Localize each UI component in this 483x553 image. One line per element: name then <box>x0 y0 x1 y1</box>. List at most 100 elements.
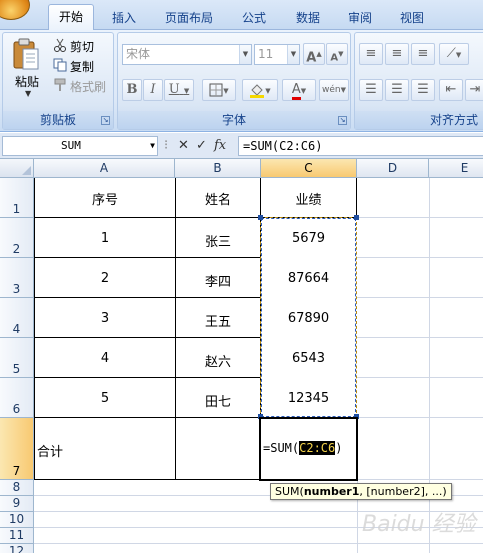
align-top-button[interactable]: ≡ <box>359 43 383 65</box>
table-cell-seq[interactable]: 2 <box>35 271 175 286</box>
italic-button[interactable]: I <box>143 79 163 101</box>
grow-font-button[interactable]: A▲ <box>303 43 325 65</box>
table-cell-seq[interactable]: 1 <box>35 231 175 246</box>
table-cell-name[interactable]: 李四 <box>176 271 260 290</box>
align-bottom-icon: ≡ <box>417 46 429 61</box>
table-cell-seq[interactable]: 4 <box>35 351 175 366</box>
format-painter-button[interactable]: 格式刷 <box>51 77 113 95</box>
tab-review[interactable]: 审阅 <box>340 8 380 30</box>
formula-bar: SUM ▼ ⁝ ✕ ✓ fx =SUM(C2:C6) <box>0 133 483 159</box>
clipboard-launcher-icon[interactable]: ↘ <box>101 116 110 125</box>
phonetic-icon: wén <box>322 85 341 95</box>
row-header-6[interactable]: 6 <box>0 378 34 418</box>
active-cell-c7[interactable]: =SUM(C2:C6) <box>259 417 358 481</box>
table-cell-seq[interactable]: 3 <box>35 311 175 326</box>
tab-view[interactable]: 视图 <box>392 8 432 30</box>
table-cell-name[interactable]: 王五 <box>176 311 260 330</box>
enter-formula-icon[interactable]: ✓ <box>196 136 207 156</box>
borders-button[interactable]: ▼ <box>202 79 236 101</box>
table-cell-name[interactable]: 田七 <box>176 391 260 410</box>
clipboard-group-label: 剪贴板 <box>3 111 113 129</box>
underline-button[interactable]: U ▼ <box>164 79 194 101</box>
row-header-7[interactable]: 7 <box>0 418 34 480</box>
tooltip-current-arg[interactable]: number1 <box>304 485 360 498</box>
phonetic-button[interactable]: wén▼ <box>319 79 349 101</box>
cut-button[interactable]: 剪切 <box>51 37 111 55</box>
shrink-font-button[interactable]: A▼ <box>326 43 348 65</box>
row-header-8[interactable]: 8 <box>0 480 34 496</box>
gridline <box>357 479 483 480</box>
insert-function-icon[interactable]: fx <box>214 136 226 156</box>
paste-icon <box>13 38 39 70</box>
paste-dropdown-icon[interactable]: ▼ <box>25 89 31 98</box>
fill-color-button[interactable]: ▼ <box>242 79 278 101</box>
column-header-e[interactable]: E <box>429 159 483 178</box>
tab-insert[interactable]: 插入 <box>104 8 144 30</box>
format-painter-icon <box>54 78 66 91</box>
edit-suffix: ) <box>335 441 343 455</box>
bold-button[interactable]: B <box>122 79 142 101</box>
name-box-dropdown-icon[interactable]: ▼ <box>150 137 155 155</box>
font-size-value: 11 <box>258 47 274 61</box>
align-center-button[interactable]: ☰ <box>385 79 409 101</box>
font-size-dropdown-icon[interactable]: ▼ <box>287 45 299 64</box>
alignment-group: ≡ ≡ ≡ ⟋▼ ☰ ☰ ☰ ⇤ ⇥ 对齐方式 <box>354 32 483 130</box>
align-left-button[interactable]: ☰ <box>359 79 383 101</box>
table-cell-name[interactable]: 张三 <box>176 231 260 250</box>
tab-home[interactable]: 开始 <box>48 4 94 31</box>
range-handle[interactable] <box>354 215 359 220</box>
font-name-dropdown-icon[interactable]: ▼ <box>239 45 251 64</box>
table-cell-name[interactable]: 赵六 <box>176 351 260 370</box>
fill-color-icon <box>250 83 265 98</box>
copy-button[interactable]: 复制 <box>51 57 111 75</box>
row-header-3[interactable]: 3 <box>0 258 34 298</box>
row-header-12[interactable]: 12 <box>0 544 34 553</box>
total-label-cell[interactable]: 合计 <box>35 441 175 460</box>
header-cell-name[interactable]: 姓名 <box>176 189 260 208</box>
range-handle[interactable] <box>258 215 263 220</box>
font-name-select[interactable]: 宋体 ▼ <box>122 44 252 65</box>
cell-edit-text: =SUM(C2:C6) <box>263 441 342 455</box>
column-header-a[interactable]: A <box>34 159 175 178</box>
row-header-10[interactable]: 10 <box>0 512 34 528</box>
orientation-button[interactable]: ⟋▼ <box>439 43 469 65</box>
row-header-9[interactable]: 9 <box>0 496 34 512</box>
align-right-button[interactable]: ☰ <box>411 79 435 101</box>
tab-formulas[interactable]: 公式 <box>232 8 276 30</box>
formula-input[interactable]: =SUM(C2:C6) <box>238 136 483 156</box>
reference-range-marquee-inner <box>261 218 356 417</box>
tab-data[interactable]: 数据 <box>288 8 328 30</box>
underline-icon: U <box>168 82 180 97</box>
name-box[interactable]: SUM ▼ <box>2 136 158 156</box>
align-middle-button[interactable]: ≡ <box>385 43 409 65</box>
name-box-value: SUM <box>61 139 81 152</box>
row-header-5[interactable]: 5 <box>0 338 34 378</box>
column-header-b[interactable]: B <box>175 159 261 178</box>
font-color-button[interactable]: A▼ <box>282 79 316 101</box>
column-header-c[interactable]: C <box>261 159 357 178</box>
row-header-2[interactable]: 2 <box>0 218 34 258</box>
header-cell-seq[interactable]: 序号 <box>35 189 175 208</box>
decrease-indent-button[interactable]: ⇤ <box>439 79 463 101</box>
row-header-4[interactable]: 4 <box>0 298 34 338</box>
watermark: Baidu 经验 <box>362 512 476 537</box>
table-cell-seq[interactable]: 5 <box>35 391 175 406</box>
cancel-formula-icon[interactable]: ✕ <box>178 136 189 156</box>
row-header-1[interactable]: 1 <box>0 178 34 218</box>
font-launcher-icon[interactable]: ↘ <box>338 116 347 125</box>
select-all-corner[interactable] <box>0 159 34 178</box>
font-size-select[interactable]: 11 ▼ <box>254 44 300 65</box>
office-button[interactable] <box>0 0 30 20</box>
header-cell-score[interactable]: 业绩 <box>261 189 356 208</box>
gridline <box>357 337 483 338</box>
copy-icon <box>53 58 67 72</box>
align-bottom-button[interactable]: ≡ <box>411 43 435 65</box>
formula-bar-grip-icon: ⁝ <box>164 138 169 153</box>
orientation-icon: ⟋ <box>446 46 456 61</box>
column-header-d[interactable]: D <box>357 159 429 178</box>
underline-dropdown-icon[interactable]: ▼ <box>184 87 189 95</box>
increase-indent-button[interactable]: ⇥ <box>465 79 483 101</box>
tab-page-layout[interactable]: 页面布局 <box>158 8 220 30</box>
paste-button[interactable]: 粘贴 ▼ <box>7 35 45 105</box>
row-header-11[interactable]: 11 <box>0 528 34 544</box>
